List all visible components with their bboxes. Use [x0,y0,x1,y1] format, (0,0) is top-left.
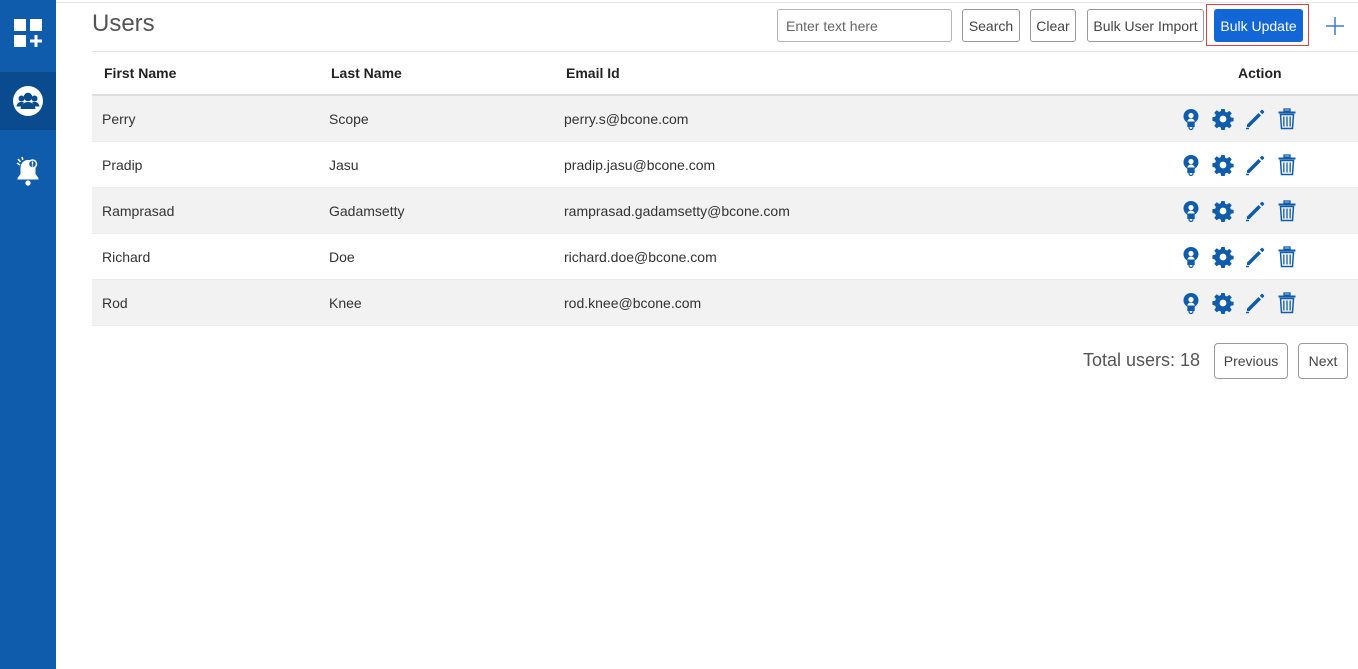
next-page-button[interactable]: Next [1298,343,1348,379]
access-button[interactable] [1180,292,1202,314]
cell-first-name: Pradip [102,156,143,173]
pencil-edit-icon [1246,155,1265,176]
total-users-count: Total users: 18 [1083,350,1201,370]
gear-icon [1212,247,1234,268]
cell-email: pradip.jasu@bcone.com [564,156,716,173]
page-title: Users [92,10,155,37]
table-row[interactable]: Rod Knee rod.knee@bcone.com [92,280,1358,326]
plus-icon [1326,17,1344,35]
trash-icon [1278,246,1296,268]
edit-button[interactable] [1244,246,1266,268]
cell-last-name: Knee [329,294,362,311]
settings-button[interactable] [1212,200,1234,222]
table-row[interactable]: Pradip Jasu pradip.jasu@bcone.com [92,142,1358,188]
cell-email: richard.doe@bcone.com [564,248,717,265]
trash-icon [1278,154,1296,176]
column-email[interactable]: Email Id [566,65,620,81]
top-divider [56,2,1358,3]
access-button[interactable] [1180,246,1202,268]
row-actions [1180,188,1298,234]
table-header: First Name Last Name Email Id Action [92,52,1358,96]
row-actions [1180,96,1298,142]
bulk-update-button[interactable]: Bulk Update [1214,9,1303,42]
edit-button[interactable] [1244,154,1266,176]
delete-button[interactable] [1276,154,1298,176]
user-access-icon [1183,247,1199,268]
edit-button[interactable] [1244,108,1266,130]
edit-button[interactable] [1244,292,1266,314]
row-actions [1180,234,1298,280]
apps-add-icon [14,19,42,47]
delete-button[interactable] [1276,246,1298,268]
settings-button[interactable] [1212,154,1234,176]
gear-icon [1212,155,1234,176]
cell-first-name: Ramprasad [102,202,175,219]
bell-alert-icon [16,156,39,186]
search-button[interactable]: Search [962,9,1020,42]
column-first-name[interactable]: First Name [104,65,176,81]
trash-icon [1278,292,1296,314]
search-input[interactable] [777,9,952,42]
sidebar-item-alerts[interactable] [0,146,56,196]
cell-first-name: Rod [102,294,128,311]
delete-button[interactable] [1276,292,1298,314]
user-access-icon [1183,155,1199,176]
pencil-edit-icon [1246,201,1265,222]
user-access-icon [1183,109,1199,130]
cell-email: rod.knee@bcone.com [564,294,702,311]
row-actions [1180,280,1298,326]
trash-icon [1278,108,1296,130]
previous-page-button[interactable]: Previous [1214,343,1288,379]
edit-button[interactable] [1244,200,1266,222]
sidebar-item-apps[interactable] [0,8,56,58]
row-actions [1180,142,1298,188]
cell-email: perry.s@bcone.com [564,110,689,127]
gear-icon [1212,109,1234,130]
trash-icon [1278,200,1296,222]
table-row[interactable]: Ramprasad Gadamsetty ramprasad.gadamsetty@… [92,188,1358,234]
access-button[interactable] [1180,200,1202,222]
sidebar-item-users[interactable] [0,72,56,130]
user-access-icon [1183,293,1199,314]
cell-email: ramprasad.gadamsetty@bcone.com [564,202,790,219]
user-access-icon [1183,201,1199,222]
gear-icon [1212,293,1234,314]
pencil-edit-icon [1246,293,1265,314]
sidebar [0,0,56,669]
column-action: Action [1238,65,1282,81]
column-last-name[interactable]: Last Name [331,65,402,81]
add-user-button[interactable] [1323,14,1347,38]
gear-icon [1212,201,1234,222]
cell-first-name: Richard [102,248,151,265]
cell-last-name: Jasu [329,156,359,173]
clear-button[interactable]: Clear [1030,9,1076,42]
access-button[interactable] [1180,108,1202,130]
pencil-edit-icon [1246,109,1265,130]
bulk-user-import-button[interactable]: Bulk User Import [1087,9,1204,42]
pencil-edit-icon [1246,247,1265,268]
delete-button[interactable] [1276,200,1298,222]
table-row[interactable]: Richard Doe richard.doe@bcone.com [92,234,1358,280]
table-row[interactable]: Perry Scope perry.s@bcone.com [92,96,1358,142]
settings-button[interactable] [1212,246,1234,268]
delete-button[interactable] [1276,108,1298,130]
cell-last-name: Scope [329,110,369,127]
cell-last-name: Doe [329,248,355,265]
settings-button[interactable] [1212,108,1234,130]
access-button[interactable] [1180,154,1202,176]
settings-button[interactable] [1212,292,1234,314]
users-group-icon [13,86,43,116]
cell-last-name: Gadamsetty [329,202,405,219]
users-table: First Name Last Name Email Id Action Per… [92,52,1358,326]
cell-first-name: Perry [102,110,136,127]
